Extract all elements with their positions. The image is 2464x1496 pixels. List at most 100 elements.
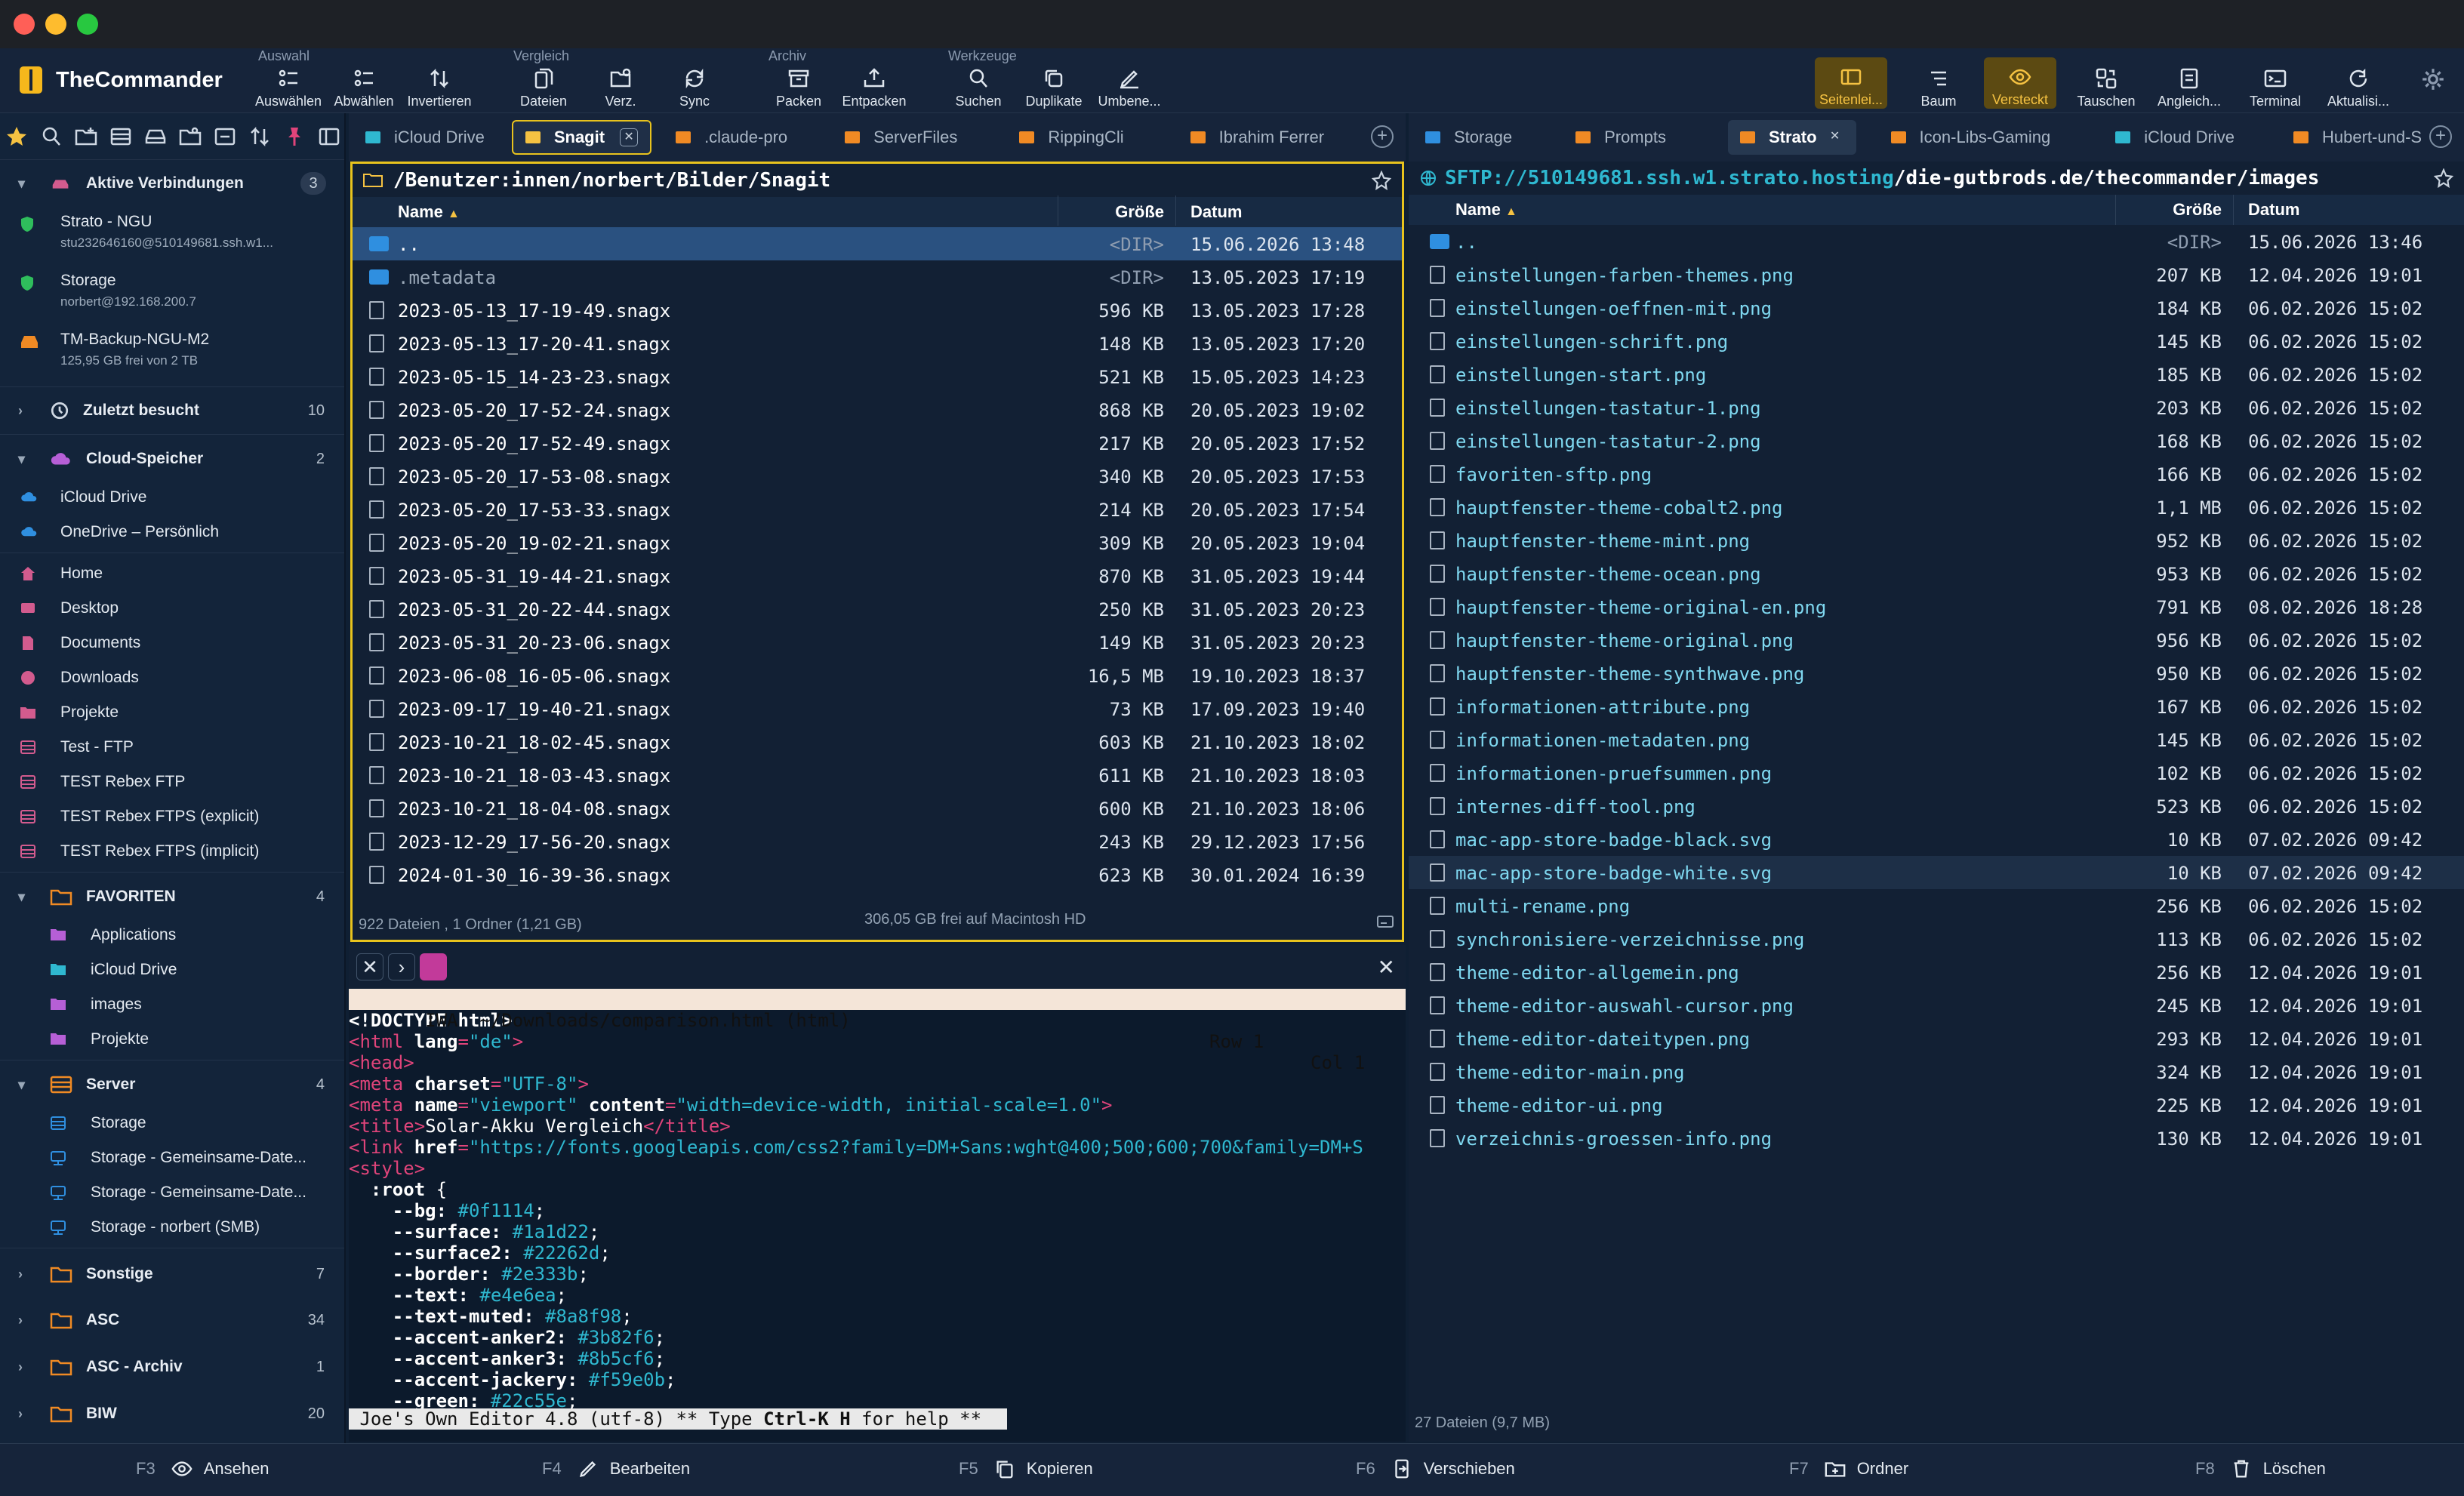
file-row[interactable]: 2023-05-31_20-22-44.snagx 250 KB 31.05.202… [353, 593, 1402, 626]
section-asc[interactable]: › ASC 34 [0, 1297, 344, 1344]
section-biw[interactable]: › BIW 20 [0, 1390, 344, 1437]
file-row[interactable]: 2023-05-31_20-23-06.snagx 149 KB 31.05.202… [353, 626, 1402, 659]
tab-hubert-und-s[interactable]: Hubert-und-S [2281, 120, 2434, 155]
place-downloads[interactable]: Downloads [0, 660, 344, 695]
place-desktop[interactable]: Desktop [0, 591, 344, 626]
tab-claude-pro[interactable]: .claude-pro [664, 120, 799, 155]
refresh-button[interactable]: Aktualisi... [2319, 66, 2398, 112]
file-row[interactable]: mac-app-store-badge-white.svg 10 KB 07.02.… [1409, 856, 2464, 889]
star-icon[interactable] [5, 125, 29, 149]
file-row[interactable]: theme-editor-ui.png 225 KB 12.04.2026 19:0… [1409, 1088, 2464, 1122]
col-date[interactable]: Datum [2248, 200, 2299, 220]
file-row[interactable]: hauptfenster-theme-cobalt2.png 1,1 MB 06.0… [1409, 491, 2464, 524]
place-test-ftp[interactable]: Test - FTP [0, 730, 344, 765]
zoom-window-button[interactable] [77, 14, 98, 35]
close-terminal-icon[interactable]: ✕ [1378, 955, 1395, 980]
file-row[interactable]: 2023-10-21_18-04-08.snagx 600 KB 21.10.202… [353, 792, 1402, 825]
close-window-button[interactable] [14, 14, 35, 35]
chevron-right-icon[interactable]: › [388, 953, 415, 980]
file-row[interactable]: einstellungen-tastatur-1.png 203 KB 06.02.… [1409, 391, 2464, 424]
cloud-item-icloud[interactable]: iCloud Drive [0, 480, 344, 515]
file-row[interactable]: .metadata <DIR> 13.05.2023 17:19 [353, 260, 1402, 294]
f5-copy-button[interactable]: F5 Kopieren [959, 1458, 1093, 1480]
section-server[interactable]: ▾ Server 4 [0, 1064, 344, 1106]
file-row[interactable]: 2023-05-20_17-53-33.snagx 214 KB 20.05.202… [353, 493, 1402, 526]
file-row[interactable]: 2023-12-29_17-56-20.snagx 243 KB 29.12.202… [353, 825, 1402, 858]
fav-icloud-drive[interactable]: iCloud Drive [0, 953, 344, 987]
close-tab-icon[interactable]: ✕ [1826, 128, 1844, 146]
file-row[interactable]: theme-editor-main.png 324 KB 12.04.2026 19… [1409, 1055, 2464, 1088]
file-row[interactable]: einstellungen-oeffnen-mit.png 184 KB 06.02… [1409, 291, 2464, 325]
duplicates-button[interactable]: Duplikate [1015, 66, 1093, 112]
settings-gear-icon[interactable] [2420, 66, 2446, 92]
swap-panes-button[interactable]: Tauschen [2067, 66, 2145, 112]
rename-button[interactable]: Umbene... [1090, 66, 1169, 112]
file-row[interactable]: 2023-05-20_17-53-08.snagx 340 KB 20.05.202… [353, 460, 1402, 493]
section-sonstige[interactable]: › Sonstige 7 [0, 1251, 344, 1297]
editor-text-area[interactable]: <!DOCTYPE html><html lang="de"><head><me… [349, 1010, 1406, 1411]
tab-rippingcli[interactable]: RippingCli [1007, 120, 1135, 155]
file-row[interactable]: 2024-01-30_16-39-36.snagx 623 KB 30.01.202… [353, 858, 1402, 891]
unpack-button[interactable]: Entpacken [835, 66, 913, 112]
tab-icloud-drive[interactable]: iCloud Drive [353, 120, 497, 155]
terminal-button[interactable]: Terminal [2236, 66, 2315, 112]
file-row[interactable]: einstellungen-start.png 185 KB 06.02.2026 … [1409, 358, 2464, 391]
pin-icon[interactable] [282, 125, 306, 149]
star-outline-icon[interactable] [2434, 168, 2453, 188]
compare-files-button[interactable]: Dateien [504, 66, 583, 112]
file-row[interactable]: 2023-05-20_17-52-24.snagx 868 KB 20.05.202… [353, 393, 1402, 426]
col-name[interactable]: Name ▲ [1455, 200, 1517, 220]
search-button[interactable]: Suchen [939, 66, 1018, 112]
place-test-rebex-ftps-explicit[interactable]: TEST Rebex FTPS (explicit) [0, 799, 344, 834]
sidebar-toggle-button[interactable]: Seitenlei... [1815, 57, 1887, 109]
compare-folders-button[interactable]: Verz. [581, 66, 660, 112]
file-row[interactable]: einstellungen-tastatur-2.png 168 KB 06.02.… [1409, 424, 2464, 457]
col-name[interactable]: Name ▲ [398, 202, 460, 222]
file-row[interactable]: verzeichnis-groessen-info.png 130 KB 12.04… [1409, 1122, 2464, 1155]
tree-button[interactable]: Baum [1899, 66, 1978, 112]
server-storage-smb[interactable]: Storage - norbert (SMB) [0, 1210, 344, 1245]
file-row[interactable]: informationen-pruefsummen.png 102 KB 06.02… [1409, 756, 2464, 790]
file-row[interactable]: hauptfenster-theme-mint.png 952 KB 06.02.2… [1409, 524, 2464, 557]
file-row[interactable]: 2023-10-21_18-03-43.snagx 611 KB 21.10.202… [353, 759, 1402, 792]
drive-icon[interactable] [143, 125, 168, 149]
collapse-icon[interactable] [213, 125, 237, 149]
file-row[interactable]: einstellungen-schrift.png 145 KB 06.02.202… [1409, 325, 2464, 358]
tab-storage[interactable]: Storage [1413, 120, 1524, 155]
folder-tag-icon[interactable] [178, 125, 202, 149]
tab-strato[interactable]: Strato ✕ [1727, 120, 1856, 155]
search-icon[interactable] [39, 125, 63, 149]
section-recent[interactable]: › Zuletzt besucht 10 [0, 390, 344, 431]
file-row[interactable]: 2023-05-20_17-52-49.snagx 217 KB 20.05.202… [353, 426, 1402, 460]
file-row[interactable]: synchronisiere-verzeichnisse.png 113 KB 06… [1409, 922, 2464, 956]
server-storage[interactable]: Storage [0, 1106, 344, 1140]
place-documents[interactable]: Documents [0, 626, 344, 660]
tab-icon-libs-gaming[interactable]: Icon-Libs-Gaming [1879, 120, 2063, 155]
place-home[interactable]: Home [0, 556, 344, 591]
new-tab-plus-icon[interactable]: + [2429, 125, 2452, 148]
tab-icloud-drive-right[interactable]: iCloud Drive [2103, 120, 2247, 155]
file-row[interactable]: theme-editor-allgemein.png 256 KB 12.04.20… [1409, 956, 2464, 989]
file-row[interactable]: hauptfenster-theme-synthwave.png 950 KB 06… [1409, 657, 2464, 690]
fav-images[interactable]: images [0, 987, 344, 1022]
cloud-item-onedrive[interactable]: OneDrive – Persönlich [0, 515, 344, 549]
section-asc-archiv[interactable]: › ASC - Archiv 1 [0, 1344, 344, 1390]
invert-selection-button[interactable]: Invertieren [400, 66, 479, 112]
f4-edit-button[interactable]: F4 Bearbeiten [542, 1458, 690, 1480]
tab-prompts[interactable]: Prompts [1563, 120, 1678, 155]
sync-button[interactable]: Sync [655, 66, 734, 112]
file-row[interactable]: hauptfenster-theme-ocean.png 953 KB 06.02.… [1409, 557, 2464, 590]
file-row[interactable]: favoriten-sftp.png 166 KB 06.02.2026 15:02 [1409, 457, 2464, 491]
section-cloud-storage[interactable]: ▾ Cloud-Speicher 2 [0, 438, 344, 480]
connection-tm-backup[interactable]: TM-Backup-NGU-M2 125,95 GB frei von 2 TB [0, 325, 344, 383]
pack-button[interactable]: Packen [759, 66, 838, 112]
file-row[interactable]: 2023-05-13_17-20-41.snagx 148 KB 13.05.202… [353, 327, 1402, 360]
file-row[interactable]: informationen-attribute.png 167 KB 06.02.2… [1409, 690, 2464, 723]
server-storage-shared-1[interactable]: Storage - Gemeinsame-Date... [0, 1140, 344, 1175]
select-button[interactable]: Auswählen [249, 66, 328, 112]
fav-applications[interactable]: Applications [0, 918, 344, 953]
tab-serverfiles[interactable]: ServerFiles [833, 120, 969, 155]
file-row[interactable]: hauptfenster-theme-original-en.png 791 KB… [1409, 590, 2464, 623]
terminal-icon[interactable] [420, 953, 447, 980]
f6-move-button[interactable]: F6 Verschieben [1356, 1458, 1515, 1480]
